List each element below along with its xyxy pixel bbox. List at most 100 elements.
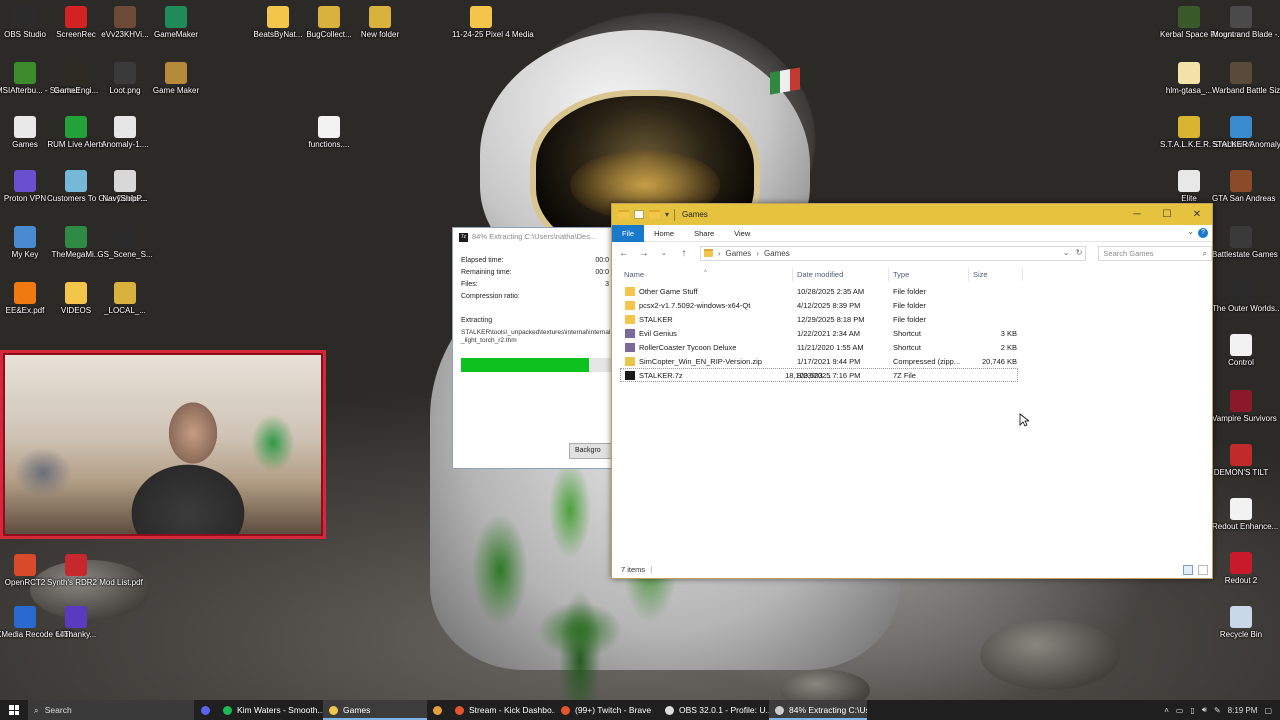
up-arrow-icon[interactable]: ↑	[678, 248, 690, 259]
maximize-button[interactable]: ☐	[1152, 204, 1182, 225]
show-hidden-icons-icon[interactable]: ˄	[1164, 706, 1169, 715]
background-button[interactable]: Backgro	[569, 443, 613, 459]
column-name[interactable]: Name	[624, 270, 644, 279]
properties-icon[interactable]	[634, 210, 644, 219]
tab-view[interactable]: View	[724, 225, 760, 242]
large-icons-view-icon[interactable]	[1198, 565, 1208, 575]
close-button[interactable]: ✕	[1182, 204, 1212, 225]
details-view-icon[interactable]	[1183, 565, 1193, 575]
taskbar-item[interactable]: OBS 32.0.1 - Profile: U...	[659, 700, 769, 720]
7zip-title-bar[interactable]: 7z 84% Extracting C:\Users\natha\Des...	[453, 228, 613, 246]
expand-ribbon-icon[interactable]: ⌄	[1187, 227, 1194, 236]
column-date[interactable]: Date modified	[797, 270, 843, 279]
desktop-icon[interactable]: functions....	[300, 116, 358, 149]
desktop-icon[interactable]: STALKER Anomaly	[1212, 116, 1280, 149]
column-type[interactable]: Type	[893, 270, 909, 279]
desktop-icon[interactable]: BeatsByNat...	[249, 6, 307, 39]
desktop-icon[interactable]: BugCollect...	[300, 6, 358, 39]
desktop-icon[interactable]: Control	[1212, 334, 1270, 367]
desktop-icon[interactable]: Elite	[1160, 170, 1218, 203]
desktop-icon[interactable]: Recycle Bin	[1212, 606, 1270, 639]
file-row[interactable]: RollerCoaster Tycoon Deluxe 11/21/2020 1:…	[612, 340, 1212, 354]
taskbar-item[interactable]: Stream - Kick Dashbo...	[449, 700, 555, 720]
taskbar-item[interactable]: 84% Extracting C:\Us...	[769, 700, 867, 720]
desktop-icon[interactable]: Anomaly-1....	[96, 116, 154, 149]
explorer-title-bar[interactable]: ▾ Games ─ ☐ ✕	[612, 204, 1212, 225]
desktop-icon[interactable]: Battlestate Games L...	[1212, 226, 1280, 259]
desktop-icon[interactable]: GameMaker	[147, 6, 205, 39]
new-folder-icon[interactable]	[649, 210, 660, 219]
file-row[interactable]: Evil Genius 1/22/2021 2:34 AM Shortcut 3 KB	[612, 326, 1212, 340]
desktop-icon[interactable]: Warband Battle Sizer	[1212, 62, 1280, 95]
tab-file[interactable]: File	[612, 224, 645, 242]
network-icon[interactable]: ▭	[1176, 706, 1184, 715]
battery-icon[interactable]: ▯	[1190, 706, 1194, 715]
file-row[interactable]: pcsx2-v1.7.5092-windows-x64-Qt 4/12/2025 …	[612, 298, 1212, 312]
column-divider[interactable]	[888, 268, 889, 281]
back-arrow-icon[interactable]: ←	[618, 248, 630, 259]
refresh-icon[interactable]: ↻	[1076, 248, 1083, 257]
search-input[interactable]: Search Games ⌕	[1098, 245, 1212, 261]
desktop-icon[interactable]: LilThanky...	[47, 606, 105, 639]
taskbar-search-input[interactable]: ⌕ Search	[28, 700, 194, 720]
file-row[interactable]: STALKER.7z 8/23/2025 7:16 PM 7Z File 18,109…	[620, 368, 1018, 382]
column-divider[interactable]	[792, 268, 793, 281]
column-divider[interactable]	[968, 268, 969, 281]
volume-icon[interactable]: 🔊︎	[1202, 705, 1207, 715]
pen-icon[interactable]: ✎	[1214, 706, 1221, 715]
desktop-icon[interactable]: Kerbal Space Program	[1160, 6, 1241, 39]
address-box[interactable]: › Games › Games ⌄ ↻	[699, 245, 1087, 261]
tab-home[interactable]: Home	[644, 225, 684, 242]
tab-share[interactable]: Share	[684, 225, 724, 242]
desktop-icon[interactable]: DEMON'S TILT	[1212, 444, 1270, 477]
desktop-icon[interactable]: New folder	[351, 6, 409, 39]
start-button[interactable]	[0, 700, 28, 720]
breadcrumb-item[interactable]: Games	[725, 249, 751, 258]
breadcrumb-item[interactable]: Games	[764, 249, 790, 258]
desktop-icon[interactable]: Synth's RDR2 Mod List.pdf	[47, 554, 143, 587]
desktop-icon[interactable]: Games	[0, 116, 54, 149]
file-row[interactable]: Other Game Stuff 10/28/2025 2:35 AM File f…	[612, 284, 1212, 298]
quick-access-dropdown-icon[interactable]: ▾	[665, 210, 669, 219]
desktop-icon[interactable]: Vampire Survivors	[1212, 390, 1277, 423]
desktop-icon[interactable]: XMedia Recode 64bit	[0, 606, 73, 639]
file-row[interactable]: STALKER 12/29/2025 8:18 PM File folder	[612, 312, 1212, 326]
forward-arrow-icon[interactable]: →	[638, 248, 650, 259]
help-icon[interactable]: ?	[1198, 228, 1208, 238]
desktop-icon[interactable]: MSIAfterbu... - Shortcut	[0, 62, 80, 95]
desktop-icon[interactable]: OpenRCT2	[0, 554, 54, 587]
desktop-icon[interactable]: EE&Ex.pdf	[0, 282, 54, 315]
clock[interactable]: 8:19 PM	[1228, 706, 1258, 715]
notifications-icon[interactable]: ▢	[1264, 706, 1272, 715]
desktop-icon[interactable]: Loot.png	[96, 62, 154, 95]
desktop-icon[interactable]: eVv23KHVi...	[96, 6, 154, 39]
desktop-icon[interactable]: Redout Enhance...	[1212, 498, 1278, 531]
desktop-icon[interactable]: NavyShipP...	[96, 170, 154, 203]
desktop-icon[interactable]: GTA San Andreas	[1212, 170, 1275, 203]
column-size[interactable]: Size	[973, 270, 988, 279]
taskbar-item[interactable]: Kim Waters - Smooth...	[217, 700, 323, 720]
7zip-extract-dialog[interactable]: 7z 84% Extracting C:\Users\natha\Des... …	[452, 227, 614, 469]
file-explorer-window[interactable]: ▾ Games ─ ☐ ✕ File Home Share View ⌄ ? ←…	[611, 203, 1213, 579]
desktop-icon[interactable]: S.T.A.L.K.E.R. Shadow of...	[1160, 116, 1258, 149]
recent-locations-icon[interactable]: ⌄	[658, 249, 670, 257]
desktop-icon[interactable]: _LOCAL_...	[96, 282, 154, 315]
desktop-icon[interactable]: OBS Studio	[0, 6, 54, 39]
desktop-icon[interactable]: Redout 2	[1212, 552, 1270, 585]
desktop-icon[interactable]: My Key	[0, 226, 54, 259]
discord-taskbar-icon[interactable]	[194, 700, 217, 720]
taskbar-item[interactable]	[427, 700, 449, 720]
minimize-button[interactable]: ─	[1122, 204, 1152, 225]
desktop-icon[interactable]: Game Maker	[147, 62, 205, 95]
desktop-icon[interactable]: hlm-gtasa_...	[1160, 62, 1218, 95]
desktop-icon[interactable]: Proton VPN	[0, 170, 54, 203]
taskbar-item[interactable]: Games	[323, 700, 427, 720]
desktop-icon[interactable]: 11-24-25 Pixel 4 Media	[452, 6, 534, 39]
desktop-icon[interactable]: GS_Scene_S...	[96, 226, 154, 259]
desktop-icon[interactable]: Mount and Blade -...	[1212, 6, 1280, 39]
file-row[interactable]: SimCopter_Win_EN_RIP-Version.zip 1/17/202…	[612, 354, 1212, 368]
desktop-icon[interactable]: The Outer Worlds...	[1212, 280, 1280, 313]
taskbar-item[interactable]: (99+) Twitch - Brave	[555, 700, 659, 720]
column-divider[interactable]	[1022, 268, 1023, 281]
address-dropdown-icon[interactable]: ⌄	[1063, 248, 1070, 257]
